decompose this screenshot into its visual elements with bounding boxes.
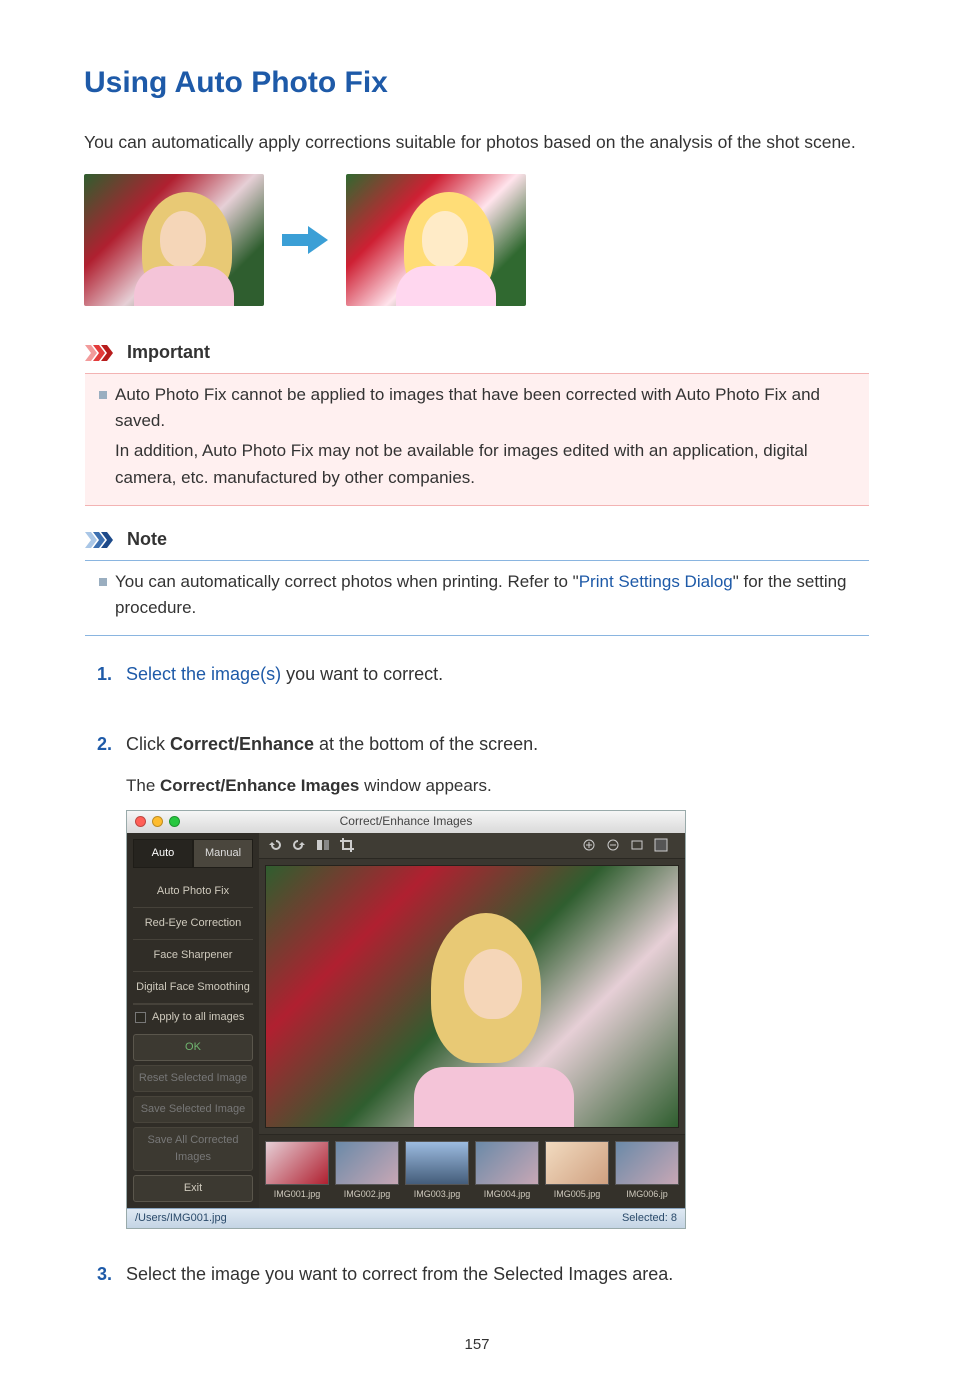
steps-list: 1. Select the image(s) you want to corre… xyxy=(84,661,870,1299)
thumbnail[interactable]: IMG002.jpg xyxy=(335,1141,399,1202)
select-images-link[interactable]: Select the image(s) xyxy=(126,664,281,684)
step-3: 3. Select the image you want to correct … xyxy=(84,1261,870,1299)
step-2-text: Click Correct/Enhance at the bottom of t… xyxy=(126,731,870,759)
save-selected-button[interactable]: Save Selected Image xyxy=(133,1096,253,1123)
sidebar-item-digital-face-smoothing[interactable]: Digital Face Smoothing xyxy=(133,972,253,1004)
tab-auto[interactable]: Auto xyxy=(133,839,193,868)
photo-after xyxy=(346,174,526,306)
step-3-text: Select the image you want to correct fro… xyxy=(126,1261,870,1289)
step-2: 2. Click Correct/Enhance at the bottom o… xyxy=(84,731,870,1229)
arrow-right-icon xyxy=(282,224,328,256)
photo-before xyxy=(84,174,264,306)
tab-manual[interactable]: Manual xyxy=(193,839,253,868)
exit-button[interactable]: Exit xyxy=(133,1175,253,1202)
before-after-row xyxy=(84,174,870,306)
important-line2: In addition, Auto Photo Fix may not be a… xyxy=(115,438,859,491)
sidebar-item-red-eye-correction[interactable]: Red-Eye Correction xyxy=(133,908,253,940)
print-settings-dialog-link[interactable]: Print Settings Dialog xyxy=(579,572,733,591)
rotate-right-icon[interactable] xyxy=(291,837,307,853)
note-text: You can automatically correct photos whe… xyxy=(115,569,859,622)
thumbnail[interactable]: IMG001.jpg xyxy=(265,1141,329,1202)
apply-all-label: Apply to all images xyxy=(152,1009,244,1026)
zoom-icon[interactable] xyxy=(169,816,180,827)
status-selected: Selected: 8 xyxy=(622,1210,677,1227)
apply-all-row[interactable]: Apply to all images xyxy=(133,1004,253,1030)
sidebar-item-face-sharpener[interactable]: Face Sharpener xyxy=(133,940,253,972)
crop-icon[interactable] xyxy=(339,837,355,853)
chevrons-icon xyxy=(85,345,119,361)
important-heading: Important xyxy=(127,339,210,367)
thumbnail[interactable]: IMG006.jp xyxy=(615,1141,679,1202)
step-number: 1. xyxy=(84,661,112,699)
window-titlebar: Correct/Enhance Images xyxy=(127,811,685,833)
full-screen-icon[interactable] xyxy=(653,837,669,853)
zoom-in-icon[interactable] xyxy=(581,837,597,853)
chevrons-icon xyxy=(85,532,119,548)
step-1: 1. Select the image(s) you want to corre… xyxy=(84,661,870,699)
status-path: /Users/IMG001.jpg xyxy=(135,1210,227,1227)
page-number: 157 xyxy=(84,1333,870,1356)
square-bullet-icon xyxy=(99,391,107,399)
zoom-out-icon[interactable] xyxy=(605,837,621,853)
preview-image xyxy=(265,865,679,1129)
important-line1: Auto Photo Fix cannot be applied to imag… xyxy=(115,382,859,435)
step-2-subtext: The Correct/Enhance Images window appear… xyxy=(126,773,870,799)
sidebar-item-auto-photo-fix[interactable]: Auto Photo Fix xyxy=(133,876,253,908)
fit-window-icon[interactable] xyxy=(629,837,645,853)
toolbar xyxy=(259,833,685,859)
rotate-left-icon[interactable] xyxy=(267,837,283,853)
close-icon[interactable] xyxy=(135,816,146,827)
thumbnail[interactable]: IMG005.jpg xyxy=(545,1141,609,1202)
ok-button[interactable]: OK xyxy=(133,1034,253,1061)
thumbnail[interactable]: IMG004.jpg xyxy=(475,1141,539,1202)
important-callout: Important Auto Photo Fix cannot be appli… xyxy=(84,334,870,507)
note-callout: Note You can automatically correct photo… xyxy=(84,521,870,638)
checkbox-icon[interactable] xyxy=(135,1012,146,1023)
intro-text: You can automatically apply corrections … xyxy=(84,129,870,156)
thumbnail[interactable]: IMG003.jpg xyxy=(405,1141,469,1202)
window-title: Correct/Enhance Images xyxy=(127,812,685,831)
note-heading: Note xyxy=(127,526,167,554)
step-1-text: Select the image(s) you want to correct. xyxy=(126,661,870,689)
save-all-button[interactable]: Save All Corrected Images xyxy=(133,1127,253,1171)
step-number: 3. xyxy=(84,1261,112,1299)
correct-enhance-window: Correct/Enhance Images Auto Manual Auto … xyxy=(126,810,686,1230)
sidebar: Auto Manual Auto Photo Fix Red-Eye Corre… xyxy=(127,833,259,1209)
minimize-icon[interactable] xyxy=(152,816,163,827)
square-bullet-icon xyxy=(99,578,107,586)
thumbnail-strip: IMG001.jpg IMG002.jpg IMG003.jpg IMG004.… xyxy=(259,1134,685,1208)
status-bar: /Users/IMG001.jpg Selected: 8 xyxy=(127,1208,685,1228)
reset-selected-button[interactable]: Reset Selected Image xyxy=(133,1065,253,1092)
compare-icon[interactable] xyxy=(315,837,331,853)
step-number: 2. xyxy=(84,731,112,1229)
page-title: Using Auto Photo Fix xyxy=(84,60,870,107)
